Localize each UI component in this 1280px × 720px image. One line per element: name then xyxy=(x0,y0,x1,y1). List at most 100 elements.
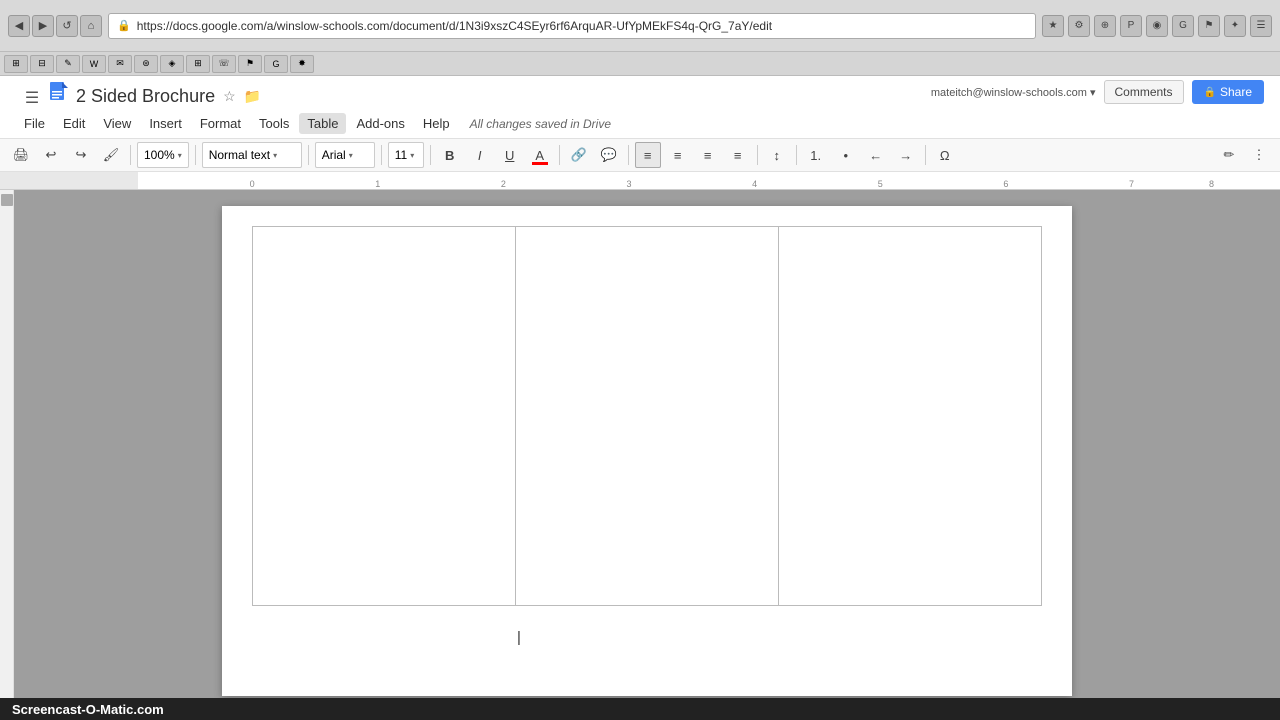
numbered-list-button[interactable]: 1. xyxy=(803,142,829,168)
ruler-mark-4: 4 xyxy=(752,179,757,189)
font-caret-icon: ▾ xyxy=(349,151,353,160)
url-text: https://docs.google.com/a/winslow-school… xyxy=(137,19,772,33)
menu-help[interactable]: Help xyxy=(415,113,458,134)
underline-button[interactable]: U xyxy=(497,142,523,168)
menu-bar: File Edit View Insert Format Tools Table… xyxy=(16,113,1264,138)
menu-addons[interactable]: Add-ons xyxy=(348,113,412,134)
strip-item-8: ⊞ xyxy=(186,55,210,73)
extension-7[interactable]: ✦ xyxy=(1224,15,1246,37)
cursor-indicator: | xyxy=(517,629,521,646)
align-center-button[interactable]: ≡ xyxy=(665,142,691,168)
align-left-button[interactable]: ≡ xyxy=(635,142,661,168)
bulleted-list-button[interactable]: • xyxy=(833,142,859,168)
extension-4[interactable]: ◉ xyxy=(1146,15,1168,37)
undo-button[interactable]: ↩ xyxy=(38,142,64,168)
more-button[interactable]: ⋮ xyxy=(1246,142,1272,168)
style-value: Normal text xyxy=(209,148,270,162)
formula-button[interactable]: Ω xyxy=(932,142,958,168)
menu-tools[interactable]: Tools xyxy=(251,113,297,134)
separator-1 xyxy=(130,145,131,165)
comment-button[interactable]: 💬 xyxy=(596,142,622,168)
ruler-mark-6: 6 xyxy=(1003,179,1008,189)
bold-button[interactable]: B xyxy=(437,142,463,168)
secure-icon: 🔒 xyxy=(117,19,131,32)
extension-5[interactable]: G xyxy=(1172,15,1194,37)
sidebar-toggle[interactable]: ☰ xyxy=(16,88,48,108)
separator-2 xyxy=(195,145,196,165)
size-caret-icon: ▾ xyxy=(410,151,414,160)
star-button[interactable]: ★ xyxy=(1042,15,1064,37)
reload-button[interactable]: ↺ xyxy=(56,15,78,37)
size-dropdown[interactable]: 11 ▾ xyxy=(388,142,424,168)
font-value: Arial xyxy=(322,148,346,162)
print-button[interactable]: 🖨 xyxy=(8,142,34,168)
strip-item-9: ☏ xyxy=(212,55,236,73)
text-color-button[interactable]: A xyxy=(527,142,553,168)
table-cell-1[interactable] xyxy=(253,227,516,606)
strip-item-5: ✉ xyxy=(108,55,132,73)
line-spacing-button[interactable]: ↕ xyxy=(764,142,790,168)
menu-format[interactable]: Format xyxy=(192,113,249,134)
ruler-mark-7: 7 xyxy=(1129,179,1134,189)
doc-area[interactable]: | xyxy=(14,190,1280,698)
align-justify-button[interactable]: ≡ xyxy=(725,142,751,168)
menu-edit[interactable]: Edit xyxy=(55,113,93,134)
extension-2[interactable]: ⊕ xyxy=(1094,15,1116,37)
browser-toolbar-strip: ⊞ ⊟ ✎ W ✉ ⊛ ◈ ⊞ ☏ ⚑ G ✸ xyxy=(0,52,1280,76)
extension-3[interactable]: P xyxy=(1120,15,1142,37)
docs-logo xyxy=(48,82,68,113)
zoom-value: 100% xyxy=(144,148,175,162)
comments-button[interactable]: Comments xyxy=(1104,80,1184,104)
save-status: All changes saved in Drive xyxy=(470,117,611,131)
table-cell-3[interactable] xyxy=(779,227,1042,606)
address-bar[interactable]: 🔒 https://docs.google.com/a/winslow-scho… xyxy=(108,13,1036,39)
style-dropdown[interactable]: Normal text ▾ xyxy=(202,142,302,168)
zoom-dropdown[interactable]: 100% ▾ xyxy=(137,142,189,168)
doc-title-row: 2 Sided Brochure ☆ 📁 xyxy=(76,86,261,107)
menu-file[interactable]: File xyxy=(16,113,53,134)
paint-format-button[interactable]: 🖌 xyxy=(98,142,124,168)
doc-table[interactable] xyxy=(252,226,1042,606)
separator-9 xyxy=(796,145,797,165)
indent-less-button[interactable]: ← xyxy=(863,142,889,168)
folder-icon[interactable]: 📁 xyxy=(244,88,261,105)
indent-more-button[interactable]: → xyxy=(893,142,919,168)
font-dropdown[interactable]: Arial ▾ xyxy=(315,142,375,168)
strip-item-11: G xyxy=(264,55,288,73)
extension-8[interactable]: ☰ xyxy=(1250,15,1272,37)
edit-mode-button[interactable]: ✏ xyxy=(1216,142,1242,168)
star-icon[interactable]: ☆ xyxy=(223,88,236,105)
separator-3 xyxy=(308,145,309,165)
bottom-bar: Screencast-O-Matic.com xyxy=(0,698,1280,720)
italic-button[interactable]: I xyxy=(467,142,493,168)
user-email: mateitch@winslow-schools.com ▾ xyxy=(931,86,1096,99)
menu-view[interactable]: View xyxy=(95,113,139,134)
doc-header: ☰ 2 Sided Brochure ☆ 📁 mateitch@winslo xyxy=(0,76,1280,139)
align-right-button[interactable]: ≡ xyxy=(695,142,721,168)
extension-6[interactable]: ⚑ xyxy=(1198,15,1220,37)
table-cell-2[interactable] xyxy=(516,227,779,606)
menu-insert[interactable]: Insert xyxy=(141,113,190,134)
separator-7 xyxy=(628,145,629,165)
share-label: Share xyxy=(1220,85,1252,99)
strip-item-6: ⊛ xyxy=(134,55,158,73)
menu-table[interactable]: Table xyxy=(299,113,346,134)
separator-10 xyxy=(925,145,926,165)
ruler-white xyxy=(138,172,1280,189)
share-button[interactable]: 🔒 Share xyxy=(1192,80,1264,104)
ruler-mark-0: 0 xyxy=(250,179,255,189)
strip-item-1: ⊞ xyxy=(4,55,28,73)
home-button[interactable]: ⌂ xyxy=(80,15,102,37)
forward-button[interactable]: ▶ xyxy=(32,15,54,37)
strip-item-3: ✎ xyxy=(56,55,80,73)
style-caret-icon: ▾ xyxy=(273,151,277,160)
browser-chrome: ◀ ▶ ↺ ⌂ 🔒 https://docs.google.com/a/wins… xyxy=(0,0,1280,52)
doc-page: | xyxy=(222,206,1072,682)
text-color-label: A xyxy=(535,148,544,163)
back-button[interactable]: ◀ xyxy=(8,15,30,37)
link-button[interactable]: 🔗 xyxy=(566,142,592,168)
redo-button[interactable]: ↪ xyxy=(68,142,94,168)
screencast-label: Screencast-O-Matic.com xyxy=(12,702,164,717)
extension-1[interactable]: ⚙ xyxy=(1068,15,1090,37)
doc-title: 2 Sided Brochure xyxy=(76,86,215,107)
